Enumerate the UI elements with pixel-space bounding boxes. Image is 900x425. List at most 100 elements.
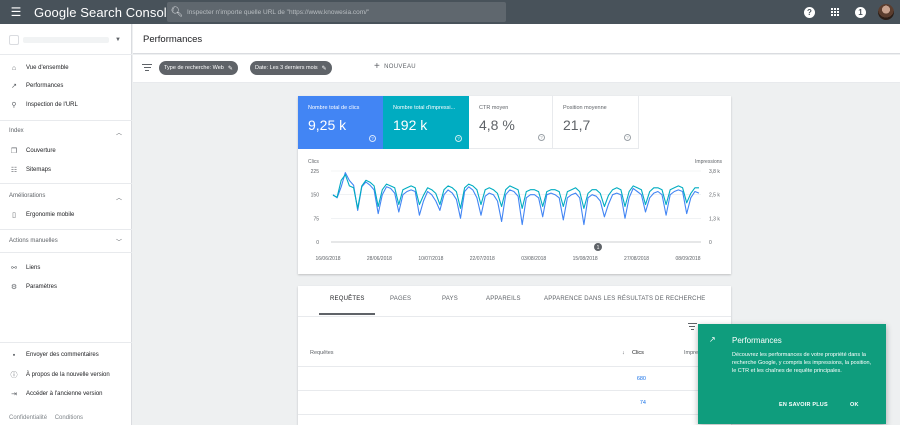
- app-brand[interactable]: Google Search Console: [34, 5, 174, 20]
- tab-devices[interactable]: APPAREILS: [486, 296, 521, 302]
- metric-value: 192 k: [393, 117, 428, 133]
- performance-line-chart[interactable]: Clics Impressions 225 3,8 k 150 2,5 k 75 1,3 …: [298, 149, 731, 274]
- divider: [298, 414, 731, 415]
- ok-button[interactable]: OK: [850, 402, 859, 408]
- home-icon: ⌂: [11, 64, 17, 72]
- trending-icon: ↗: [709, 335, 716, 344]
- section-title-manual-actions[interactable]: Actions manuelles: [9, 238, 58, 244]
- filter-icon[interactable]: [687, 323, 697, 330]
- popup-body: Découvrez les performances de votre prop…: [732, 352, 872, 374]
- new-filter-label: NOUVEAU: [384, 64, 416, 70]
- y-axis-right-label: Impressions: [695, 159, 722, 165]
- edit-icon[interactable]: ✎: [322, 65, 327, 72]
- metric-average-position[interactable]: Position moyenne 21,7 ?: [553, 96, 639, 149]
- property-selector[interactable]: ▼: [9, 33, 121, 47]
- avatar[interactable]: [878, 4, 894, 20]
- metric-total-impressions[interactable]: Nombre total d'impressi... 192 k ?: [383, 96, 469, 149]
- x-tick: 03/08/2018: [521, 256, 546, 262]
- sidebar-item-url-inspection[interactable]: ⚲ Inspection de l'URL: [0, 97, 132, 113]
- copy-icon: ❐: [10, 148, 18, 155]
- metric-total-clicks[interactable]: Nombre total de clics 9,25 k ?: [298, 96, 383, 149]
- y-tick-left: 225: [311, 169, 320, 175]
- help-icon[interactable]: ?: [624, 134, 631, 141]
- row-clicks-value: 680: [636, 376, 646, 382]
- metric-value: 9,25 k: [308, 117, 347, 133]
- sidebar-item-performance[interactable]: ↗ Performances: [0, 78, 132, 94]
- edit-icon[interactable]: ✎: [228, 65, 233, 72]
- chip-label: Date: Les 3 derniers mois: [255, 65, 318, 71]
- tab-queries[interactable]: REQUÊTES: [330, 296, 365, 302]
- y-tick-right: 2,5 k: [709, 193, 720, 199]
- chart-gridlines: [331, 170, 701, 243]
- sidebar-item-label: Liens: [26, 265, 41, 271]
- performance-tooltip-popup: ↗ Performances Découvrez les performance…: [698, 324, 886, 424]
- sidebar-item-coverage[interactable]: ❐ Couverture: [0, 143, 132, 159]
- column-header-clicks[interactable]: Clics: [632, 350, 644, 356]
- metric-average-ctr[interactable]: CTR moyen 4,8 % ?: [469, 96, 553, 149]
- y-tick-left: 0: [316, 240, 319, 246]
- notifications-badge[interactable]: 1: [855, 6, 866, 18]
- tab-pages[interactable]: PAGES: [390, 296, 411, 302]
- chart-annotation[interactable]: 1: [594, 243, 602, 251]
- divider: [298, 390, 731, 391]
- sidebar-item-links[interactable]: ⚯ Liens: [0, 260, 132, 276]
- sidebar-item-label: Paramètres: [26, 284, 58, 290]
- metric-label: CTR moyen: [479, 105, 509, 111]
- sidebar-item-settings[interactable]: ⚙ Paramètres: [0, 279, 132, 295]
- terms-link[interactable]: Conditions: [55, 415, 83, 421]
- new-filter-button[interactable]: + NOUVEAU: [374, 62, 416, 72]
- sort-arrow-icon[interactable]: ↓: [622, 350, 625, 356]
- url-inspection-input[interactable]: [187, 8, 487, 16]
- y-tick-right: 0: [709, 240, 712, 246]
- queries-table-card: REQUÊTES PAGES PAYS APPAREILS APPARENCE …: [298, 286, 731, 425]
- sidebar-item-label: Accéder à l'ancienne version: [26, 391, 103, 397]
- sidebar-item-sitemaps[interactable]: ☷ Sitemaps: [0, 162, 132, 178]
- chart-ticks: 225 3,8 k 150 2,5 k 75 1,3 k 0 0 16/06/2018 28/06…: [311, 169, 721, 262]
- help-icon[interactable]: ?: [804, 6, 815, 18]
- y-axis-left-label: Clics: [308, 159, 319, 165]
- links-icon: ⚯: [11, 265, 17, 272]
- chevron-up-icon[interactable]: ︿: [116, 128, 122, 137]
- divider: [0, 229, 132, 230]
- chip-label: Type de recherche: Web: [164, 65, 224, 71]
- top-app-bar: ☰ Google Search Console 🔍︎ ? 1: [0, 0, 900, 24]
- y-tick-right: 3,8 k: [709, 169, 720, 175]
- trending-icon: ↗: [11, 83, 17, 90]
- filter-icon[interactable]: [142, 64, 152, 73]
- tab-search-appearance[interactable]: APPARENCE DANS LES RÉSULTATS DE RECHERCH…: [544, 296, 705, 302]
- sidebar-item-old-version[interactable]: ⇥ Accéder à l'ancienne version: [0, 386, 132, 402]
- sidebar-item-mobile-usability[interactable]: ▯ Ergonomie mobile: [0, 207, 132, 223]
- chevron-down-icon[interactable]: ﹀: [116, 237, 122, 246]
- help-icon[interactable]: ?: [455, 135, 462, 142]
- x-tick: 08/09/2018: [675, 256, 700, 262]
- divider: [0, 54, 132, 55]
- page-title: Performances: [143, 34, 203, 45]
- active-tab-indicator: [319, 313, 375, 315]
- help-icon[interactable]: ?: [538, 134, 545, 141]
- chevron-up-icon[interactable]: ︿: [116, 193, 122, 202]
- tab-countries[interactable]: PAYS: [442, 296, 458, 302]
- hamburger-menu-icon[interactable]: ☰: [4, 0, 28, 24]
- performance-chart-card: Nombre total de clics 9,25 k ? Nombre to…: [298, 96, 731, 274]
- caret-down-icon[interactable]: ▼: [115, 37, 121, 43]
- column-header-queries[interactable]: Requêtes: [310, 350, 334, 356]
- section-title-index: Index: [9, 128, 24, 134]
- help-icon[interactable]: ?: [369, 135, 376, 142]
- divider: [298, 366, 731, 367]
- sidebar-item-label: Inspection de l'URL: [26, 102, 78, 108]
- property-icon: [9, 35, 19, 45]
- privacy-link[interactable]: Confidentialité: [9, 415, 47, 421]
- apps-grid-icon[interactable]: [831, 8, 839, 16]
- feedback-icon: ▪: [12, 351, 16, 359]
- url-inspection-search[interactable]: 🔍︎: [167, 2, 506, 22]
- sitemap-icon: ☷: [10, 167, 18, 174]
- metric-value: 21,7: [563, 117, 591, 133]
- sidebar-item-send-feedback[interactable]: ▪ Envoyer des commentaires: [0, 347, 132, 363]
- learn-more-button[interactable]: EN SAVOIR PLUS: [779, 402, 828, 408]
- row-clicks-value: 74: [639, 400, 646, 406]
- date-filter-chip[interactable]: Date: Les 3 derniers mois ✎: [250, 61, 332, 75]
- sidebar-item-about-new-version[interactable]: ⓘ À propos de la nouvelle version: [0, 367, 132, 383]
- search-type-filter-chip[interactable]: Type de recherche: Web ✎: [159, 61, 238, 75]
- sidebar-item-overview[interactable]: ⌂ Vue d'ensemble: [0, 60, 132, 76]
- search-icon[interactable]: 🔍︎: [167, 7, 187, 18]
